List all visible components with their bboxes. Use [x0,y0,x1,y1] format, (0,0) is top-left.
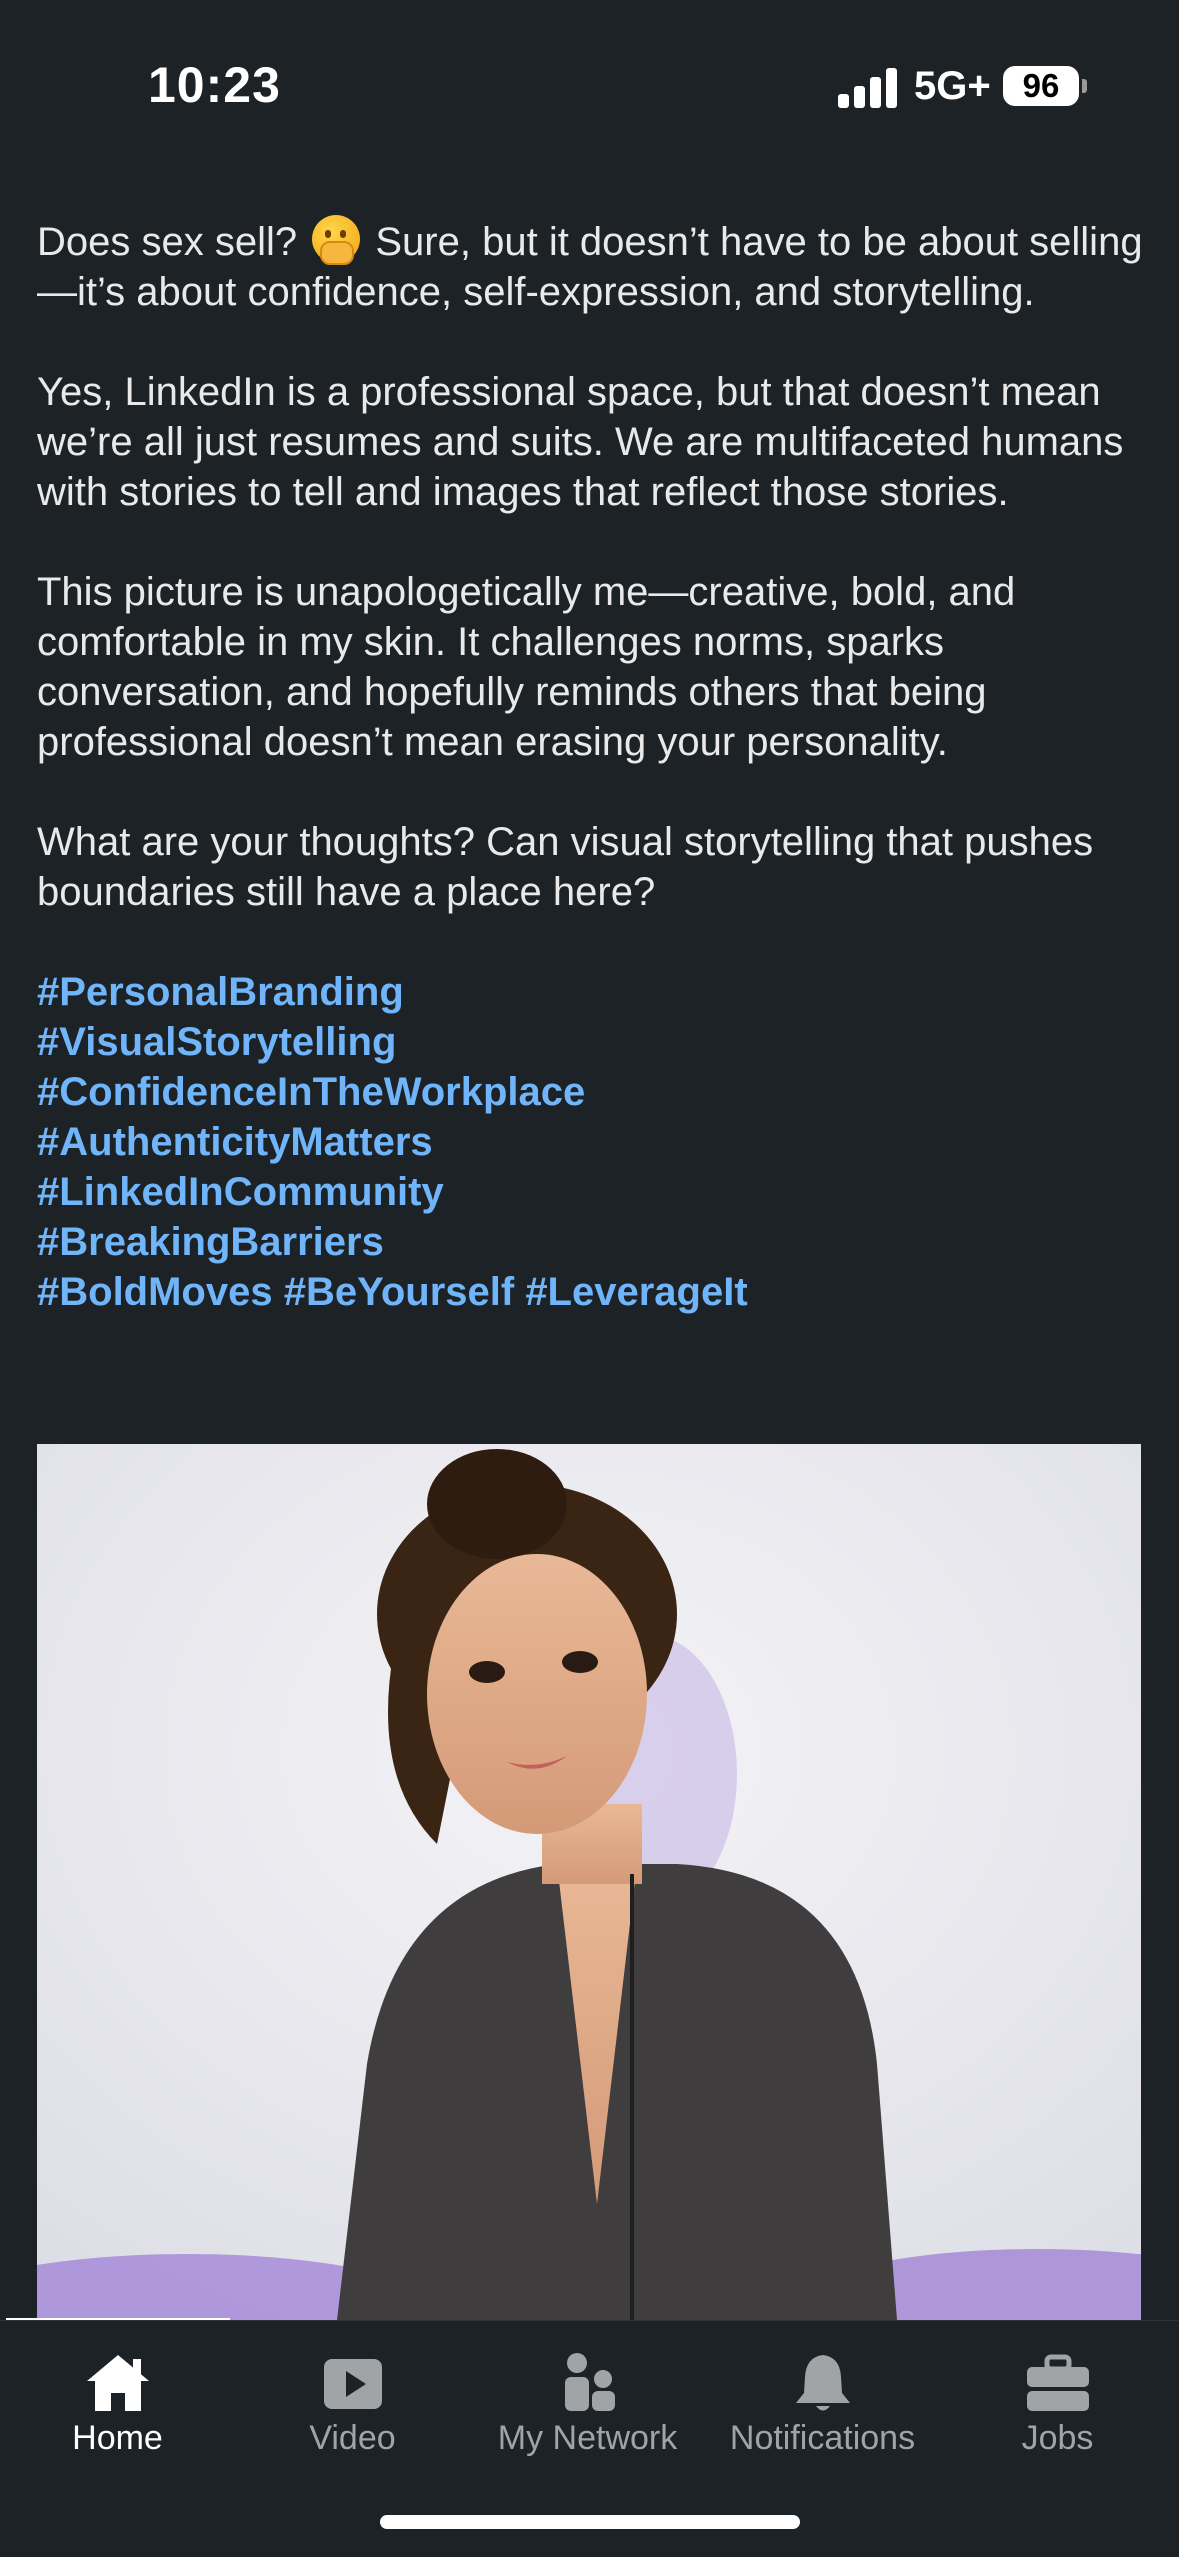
hashtag-link[interactable]: #BeYourself [284,1270,514,1314]
hashtag-link[interactable]: #AuthenticityMatters [37,1117,1147,1167]
network-type: 5G+ [914,64,991,108]
opening-question: Does sex sell? [37,220,298,264]
clock: 10:23 [148,57,281,113]
hashtag-link[interactable]: #BreakingBarriers [37,1217,1147,1267]
hashtag-link[interactable]: #VisualStorytelling [37,1017,1147,1067]
briefcase-icon [1026,2354,1089,2411]
face-with-hand-over-mouth-emoji-icon [312,215,361,265]
nav-my-network[interactable]: My Network [470,2337,705,2477]
nav-home[interactable]: Home [0,2337,235,2477]
nav-jobs[interactable]: Jobs [940,2337,1175,2477]
hashtag-link[interactable]: #PersonalBranding [37,967,1147,1017]
hashtag-list: #PersonalBranding #VisualStorytelling #C… [37,967,1147,1317]
post-paragraph-1: Does sex sell? Sure, but it doesn’t have… [37,215,1147,317]
nav-jobs-label: Jobs [1021,2419,1094,2457]
hashtag-link[interactable]: #BoldMoves [37,1270,273,1314]
people-icon [564,2353,615,2411]
nav-notifications[interactable]: Notifications [705,2337,940,2477]
portrait-illustration [37,1444,1141,2320]
nav-notifications-label: Notifications [729,2419,916,2457]
nav-my-network-label: My Network [497,2419,678,2457]
post-paragraph-3: This picture is unapologetically me—crea… [37,570,1016,764]
hashtag-link[interactable]: #LeverageIt [525,1270,747,1314]
post-image[interactable] [37,1444,1141,2320]
post-body: Does sex sell? Sure, but it doesn’t have… [37,215,1147,1317]
battery-icon: 96 [1003,66,1079,106]
nav-video-label: Video [309,2419,396,2457]
cellular-signal-icon [838,64,900,108]
video-play-icon [323,2359,382,2409]
bell-icon [795,2355,850,2411]
battery-tip [1082,79,1087,93]
hashtag-link[interactable]: #LinkedInCommunity [37,1167,1147,1217]
hashtag-row: #BoldMoves #BeYourself #LeverageIt [37,1267,1147,1317]
hashtag-link[interactable]: #ConfidenceInTheWorkplace [37,1067,1147,1117]
post-paragraph-4: What are your thoughts? Can visual story… [37,820,1094,914]
status-bar: 10:23 5G+ 96 [0,0,1179,140]
nav-video[interactable]: Video [235,2337,470,2477]
home-icon [86,2355,149,2411]
post-paragraph-2: Yes, LinkedIn is a professional space, b… [37,370,1124,514]
home-indicator-bar[interactable] [380,2515,800,2529]
nav-home-label: Home [72,2419,163,2457]
